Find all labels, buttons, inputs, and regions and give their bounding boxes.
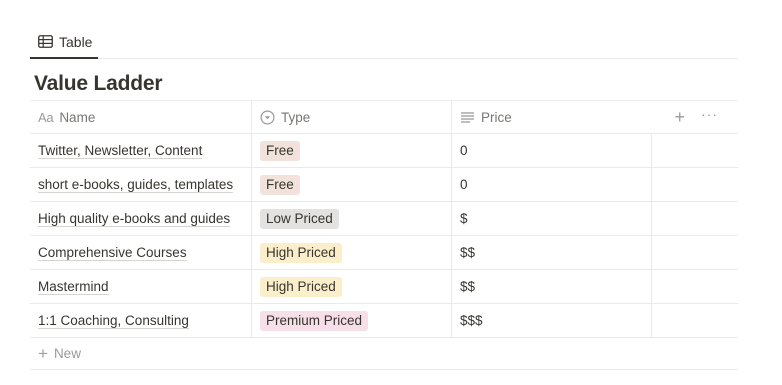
- cell-name[interactable]: Twitter, Newsletter, Content: [30, 134, 251, 167]
- table-icon: [38, 35, 53, 48]
- row-name[interactable]: 1:1 Coaching, Consulting: [38, 313, 189, 329]
- cell-name[interactable]: short e-books, guides, templates: [30, 168, 251, 201]
- row-name[interactable]: Mastermind: [38, 279, 109, 295]
- cell-price[interactable]: $: [451, 202, 651, 235]
- tab-table-label: Table: [59, 33, 93, 50]
- cell-empty: [651, 304, 738, 337]
- row-price: $$: [460, 279, 476, 294]
- database-title[interactable]: Value Ladder: [34, 72, 163, 96]
- row-name[interactable]: High quality e-books and guides: [38, 211, 231, 227]
- column-header-name[interactable]: Aa Name: [30, 101, 251, 133]
- new-row-button[interactable]: + New: [30, 338, 738, 370]
- row-name[interactable]: short e-books, guides, templates: [38, 177, 234, 193]
- cell-name[interactable]: Comprehensive Courses: [30, 236, 251, 269]
- type-tag: High Priced: [260, 276, 342, 297]
- type-tag: Free: [260, 174, 300, 195]
- cell-price[interactable]: 0: [451, 134, 651, 167]
- table-row[interactable]: High quality e-books and guides Low Price…: [30, 202, 738, 236]
- table-row[interactable]: short e-books, guides, templates Free 0: [30, 168, 738, 202]
- cell-empty: [651, 168, 738, 201]
- type-tag: Free: [260, 140, 300, 161]
- cell-name[interactable]: High quality e-books and guides: [30, 202, 251, 235]
- row-name[interactable]: Twitter, Newsletter, Content: [38, 143, 203, 159]
- plus-icon: +: [38, 344, 48, 363]
- cell-empty: [651, 270, 738, 303]
- database-page: Table Value Ladder Aa Name Type Price + …: [0, 0, 782, 385]
- type-tag: Premium Priced: [260, 310, 369, 331]
- cell-name[interactable]: 1:1 Coaching, Consulting: [30, 304, 251, 337]
- new-row-label: New: [53, 346, 81, 361]
- cell-name[interactable]: Mastermind: [30, 270, 251, 303]
- text-lines-icon: [460, 111, 475, 124]
- cell-empty: [651, 202, 738, 235]
- cell-empty: [651, 134, 738, 167]
- type-tag: High Priced: [260, 242, 342, 263]
- table-body: Twitter, Newsletter, Content Free 0 short e…: [30, 134, 738, 338]
- cell-type[interactable]: Premium Priced: [251, 304, 451, 337]
- cell-price[interactable]: $$: [451, 270, 651, 303]
- row-price: 0: [460, 143, 468, 158]
- column-header-name-label: Name: [59, 109, 96, 125]
- column-header-type[interactable]: Type: [251, 101, 451, 133]
- cell-type[interactable]: Free: [251, 168, 451, 201]
- cell-price[interactable]: $$: [451, 236, 651, 269]
- cell-price[interactable]: $$$: [451, 304, 651, 337]
- tab-table-view[interactable]: Table: [30, 26, 98, 59]
- row-price: $$: [460, 245, 476, 260]
- row-price: $$$: [460, 313, 483, 328]
- table-row[interactable]: Twitter, Newsletter, Content Free 0: [30, 134, 738, 168]
- database-table: Aa Name Type Price + ··· Twitter, Newsle…: [30, 100, 738, 370]
- add-property-icon[interactable]: +: [674, 108, 685, 126]
- cell-type[interactable]: Free: [251, 134, 451, 167]
- column-header-actions: + ···: [651, 101, 738, 133]
- text-property-icon: Aa: [38, 109, 54, 125]
- row-price: $: [460, 211, 468, 226]
- table-row[interactable]: Mastermind High Priced $$: [30, 270, 738, 304]
- table-header-row: Aa Name Type Price + ···: [30, 100, 738, 134]
- cell-type[interactable]: High Priced: [251, 236, 451, 269]
- view-tabs: Table: [30, 26, 738, 59]
- column-header-price[interactable]: Price: [451, 101, 651, 133]
- cell-empty: [651, 236, 738, 269]
- row-name[interactable]: Comprehensive Courses: [38, 245, 187, 261]
- cell-type[interactable]: Low Priced: [251, 202, 451, 235]
- cell-type[interactable]: High Priced: [251, 270, 451, 303]
- column-header-price-label: Price: [481, 109, 512, 125]
- type-tag: Low Priced: [260, 208, 339, 229]
- column-header-type-label: Type: [281, 109, 311, 125]
- row-price: 0: [460, 177, 468, 192]
- cell-price[interactable]: 0: [451, 168, 651, 201]
- table-row[interactable]: Comprehensive Courses High Priced $$: [30, 236, 738, 270]
- more-options-icon[interactable]: ···: [701, 107, 718, 121]
- table-row[interactable]: 1:1 Coaching, Consulting Premium Priced $$…: [30, 304, 738, 338]
- select-icon: [260, 109, 275, 125]
